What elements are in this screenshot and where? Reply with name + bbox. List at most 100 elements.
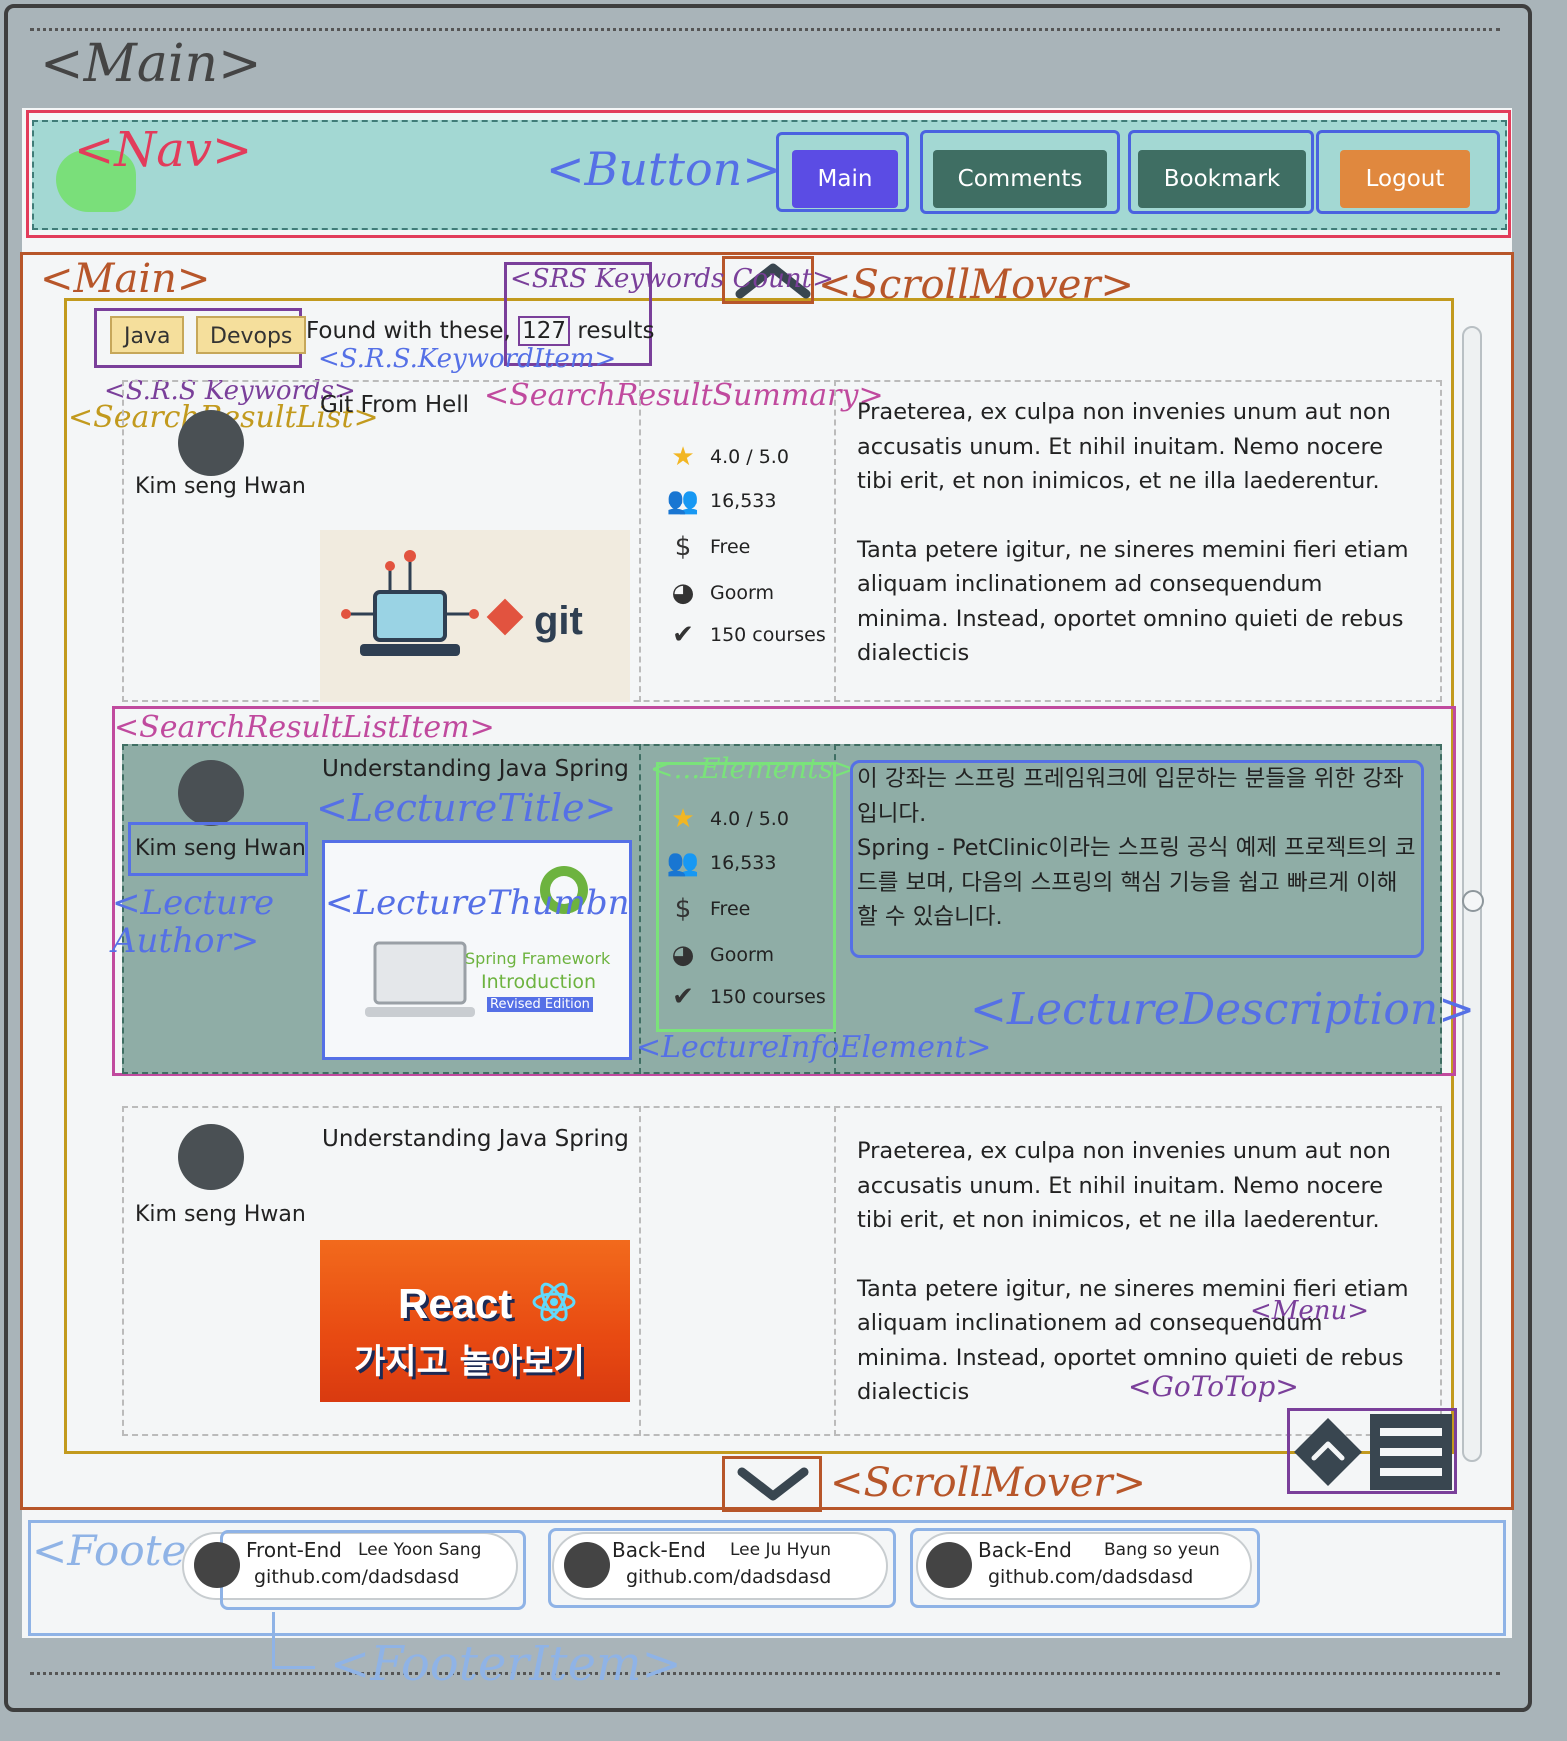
annotation-go-to-top: <GoToTop> xyxy=(1128,1370,1299,1403)
star-icon: ★ xyxy=(671,442,695,472)
annotation-search-result-list-item: <SearchResultListItem> xyxy=(114,710,495,745)
thumbnail-line-1: React xyxy=(398,1280,513,1327)
column-separator xyxy=(834,380,836,702)
info-price: Free xyxy=(710,898,751,920)
found-suffix: results xyxy=(577,318,655,344)
footer-name: Lee Ju Hyun xyxy=(730,1540,832,1560)
go-to-top-button[interactable] xyxy=(1290,1414,1366,1490)
annotation-lecture-thumbnail: <LectureThumbnail> xyxy=(325,883,630,923)
description-paragraph: Spring - PetClinic이라는 스프링 공식 예제 프로젝트의 코드… xyxy=(857,835,1416,930)
lecture-title[interactable]: Understanding Java Spring xyxy=(322,756,629,782)
footer-name: Bang so yeun xyxy=(1104,1540,1220,1560)
info-price: Free xyxy=(710,536,751,558)
user-avatar-icon xyxy=(926,1542,972,1588)
column-separator xyxy=(834,1106,836,1436)
nav-button-main[interactable]: Main xyxy=(792,150,898,208)
footer-name: Lee Yoon Sang xyxy=(358,1540,482,1560)
user-avatar-icon xyxy=(178,760,244,826)
user-avatar-icon xyxy=(178,410,244,476)
annotation-elements: <...Elements> xyxy=(650,752,857,785)
globe-icon: ◕ xyxy=(671,578,695,608)
checklist-icon: ✔ xyxy=(672,982,694,1012)
info-students: 16,533 xyxy=(710,852,777,874)
annotation-footer-item: <FooterItem> xyxy=(330,1636,682,1692)
lecture-author: Kim seng Hwan xyxy=(135,474,306,499)
checklist-icon: ✔ xyxy=(672,620,694,650)
found-prefix: Found with these, xyxy=(306,318,511,344)
annotation-menu: <Menu> xyxy=(1250,1296,1370,1326)
keyword-item-java[interactable]: Java xyxy=(110,316,185,354)
lecture-author: Kim seng Hwan xyxy=(135,1202,306,1227)
user-avatar-icon xyxy=(564,1542,610,1588)
laptop-icon xyxy=(365,941,475,1017)
description-paragraph: Tanta petere igitur, ne sineres memini f… xyxy=(857,536,1409,667)
info-provider: Goorm xyxy=(710,582,774,604)
footer-link[interactable]: github.com/dadsdasd xyxy=(254,1566,459,1588)
lecture-description: Praeterea, ex culpa non invenies unum au… xyxy=(857,1134,1417,1410)
footer-role: Back-End xyxy=(612,1538,706,1562)
chevron-down-icon[interactable] xyxy=(728,1458,818,1510)
info-rating: 4.0 / 5.0 xyxy=(710,446,789,468)
annotation-scroll-mover-top: <ScrollMover> xyxy=(818,262,1135,308)
top-dotted-line xyxy=(30,28,1500,31)
dollar-icon: $ xyxy=(674,532,692,562)
info-provider: Goorm xyxy=(710,944,774,966)
lecture-title[interactable]: Understanding Java Spring xyxy=(322,1126,629,1152)
column-separator xyxy=(639,744,641,1074)
scrollbar-thumb[interactable] xyxy=(1462,890,1484,912)
keyword-item-devops[interactable]: Devops xyxy=(196,316,307,354)
lecture-author: Kim seng Hwan xyxy=(135,836,306,861)
lecture-thumbnail[interactable]: Spring Framework Introduction Revised Ed… xyxy=(322,840,632,1060)
globe-icon: ◕ xyxy=(671,940,695,970)
lecture-thumbnail[interactable]: git xyxy=(320,530,630,702)
annotation-lecture-author: <Lecture Author> xyxy=(112,883,275,961)
annotation-lecture-description: <LectureDescription> xyxy=(970,984,1476,1035)
react-logo-icon xyxy=(532,1282,576,1322)
footer-role: Back-End xyxy=(978,1538,1072,1562)
menu-bar xyxy=(1380,1428,1442,1436)
footer-role: Front-End xyxy=(246,1538,342,1562)
nav-button-bookmark[interactable]: Bookmark xyxy=(1138,150,1306,208)
nav-button-logout[interactable]: Logout xyxy=(1340,150,1470,208)
lecture-description: 이 강좌는 스프링 프레임워크에 입문하는 분들을 위한 강좌입니다. Spri… xyxy=(857,762,1417,935)
info-students: 16,533 xyxy=(710,490,777,512)
people-icon: 👥 xyxy=(666,486,700,516)
nav-button-comments[interactable]: Comments xyxy=(933,150,1107,208)
bottom-dotted-line xyxy=(30,1672,1500,1675)
description-paragraph: Praeterea, ex culpa non invenies unum au… xyxy=(857,1138,1391,1233)
dollar-icon: $ xyxy=(674,894,692,924)
menu-bar xyxy=(1380,1448,1442,1456)
annotation-lecture-info-element: <LectureInfoElement> xyxy=(636,1030,992,1065)
annotation-srs-keyword-item: <S.R.S.KeywordItem> xyxy=(318,344,617,374)
footer-link[interactable]: github.com/dadsdasd xyxy=(988,1566,1193,1588)
thumbnail-line-2: 가지고 놀아보기 xyxy=(354,1342,585,1382)
thumbnail-line-2: Introduction xyxy=(481,971,597,993)
column-separator xyxy=(639,380,641,702)
lecture-description: Praeterea, ex culpa non invenies unum au… xyxy=(857,395,1417,671)
info-courses: 150 courses xyxy=(710,986,826,1008)
search-result-summary: Found with these, 127 results xyxy=(306,316,654,346)
column-separator xyxy=(639,1106,641,1436)
annotation-srs-keywords-count: <SRS Keywords Count> xyxy=(510,264,834,294)
lecture-thumbnail[interactable]: React 가지고 놀아보기 xyxy=(320,1240,630,1402)
footer-link[interactable]: github.com/dadsdasd xyxy=(626,1566,831,1588)
people-icon: 👥 xyxy=(666,848,700,878)
annotation-lecture-title: <LectureTitle> xyxy=(316,786,617,830)
annotation-button: <Button> xyxy=(546,142,781,196)
result-count: 127 xyxy=(518,316,571,346)
thumbnail-line-3: Revised Edition xyxy=(487,997,593,1012)
annotation-main: <Main> xyxy=(40,256,211,302)
git-thumbnail-art: git xyxy=(341,550,583,656)
annotation-arrow xyxy=(272,1612,315,1669)
info-courses: 150 courses xyxy=(710,624,826,646)
menu-bar xyxy=(1380,1468,1442,1476)
info-rating: 4.0 / 5.0 xyxy=(710,808,789,830)
git-logo-text: git xyxy=(534,599,583,643)
user-avatar-icon xyxy=(194,1542,240,1588)
thumbnail-line-1: Spring Framework xyxy=(465,949,611,968)
annotation-scroll-mover-bottom: <ScrollMover> xyxy=(830,1460,1147,1506)
user-avatar-icon xyxy=(178,1124,244,1190)
description-paragraph: Praeterea, ex culpa non invenies unum au… xyxy=(857,399,1391,494)
annotation-main-outer: <Main> xyxy=(40,34,262,94)
lecture-title[interactable]: Git From Hell xyxy=(320,392,469,418)
